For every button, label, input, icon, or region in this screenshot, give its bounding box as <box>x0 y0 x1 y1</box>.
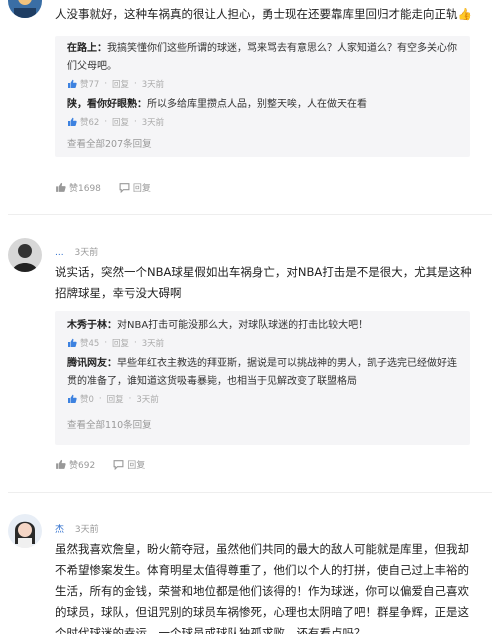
comment-icon <box>119 183 130 193</box>
reply-button[interactable]: 回复 <box>119 181 151 194</box>
divider <box>8 492 492 493</box>
thumb-up-icon[interactable] <box>67 117 77 127</box>
reply-like-count[interactable]: 赞62 <box>80 116 99 128</box>
reply-text: 早些年红衣主教选的拜亚斯，据说是可以挑战神的男人，凯子选完已经做好连贯的准备了，… <box>67 358 457 387</box>
reply-text: 对NBA打击可能没那么大，对球队球迷的打击比较大吧！ <box>117 320 369 331</box>
reply-item: 木秀于林：对NBA打击可能没那么大，对球队球迷的打击比较大吧！ 赞45 · 回复 ·… <box>67 320 369 349</box>
thumb-up-icon <box>56 182 66 192</box>
comment-actions: 赞1698 回复 <box>55 181 151 194</box>
reply-item: 陕，看你好眼熟：所以多给库里攒点人品，别整天唉，人在做天在看 赞62 · 回复 · … <box>67 99 367 128</box>
divider <box>8 214 492 215</box>
comment-text: 人没事就好，这种车祸真的很让人担心，勇士现在还要靠库里回归才能走向正轨👍 <box>55 7 472 21</box>
reply-like-count[interactable]: 赞45 <box>80 337 99 349</box>
comment-meta: 杰 3天前 <box>55 522 99 535</box>
thumb-up-icon[interactable] <box>67 394 77 404</box>
like-count: 赞692 <box>69 461 96 471</box>
avatar[interactable] <box>8 238 42 272</box>
avatar[interactable] <box>8 514 42 548</box>
thumb-up-icon[interactable] <box>67 338 77 348</box>
comment-actions: 赞692 回复 <box>55 458 145 471</box>
reply-author[interactable]: 腾讯网友 <box>67 358 107 369</box>
comment-time: 3天前 <box>74 525 99 535</box>
reply-label: 回复 <box>127 461 146 471</box>
reply-author[interactable]: 陕，看你好眼熟 <box>67 99 137 110</box>
reply-label: 回复 <box>132 184 151 194</box>
reply-button[interactable]: 回复 <box>112 337 129 349</box>
comment-meta: ... 3天前 <box>55 245 98 258</box>
thumb-up-icon[interactable] <box>67 79 77 89</box>
reply-time: 3天前 <box>136 395 159 405</box>
reply-like-count[interactable]: 赞77 <box>80 78 99 90</box>
comment-text: 虽然我喜欢詹皇，盼火箭夺冠，虽然他们共同的最大的敌人可能就是库里，但我却不希望惨… <box>55 542 469 634</box>
reply-time: 3天前 <box>141 118 165 128</box>
view-all-replies-link[interactable]: 查看全部110条回复 <box>67 417 152 431</box>
reply-item: 腾讯网友：早些年红衣主教选的拜亚斯，据说是可以挑战神的男人，凯子选完已经做好连贯… <box>67 358 457 405</box>
reply-box: 在路上：我搞笑懂你们这些所谓的球迷，骂来骂去有意思么？人家知道么？有空多关心你们… <box>55 36 470 157</box>
reply-author[interactable]: 木秀于林 <box>67 320 107 331</box>
reply-item: 在路上：我搞笑懂你们这些所谓的球迷，骂来骂去有意思么？人家知道么？有空多关心你们… <box>67 43 457 90</box>
like-count: 赞1698 <box>69 184 101 194</box>
reply-button[interactable]: 回复 <box>113 458 145 471</box>
comment-icon <box>113 460 124 470</box>
comment-text: 说实话，突然一个NBA球星假如出车祸身亡，对NBA打击是不是很大，尤其是这种招牌… <box>55 265 472 300</box>
view-all-replies-link[interactable]: 查看全部207条回复 <box>67 136 152 150</box>
reply-button[interactable]: 回复 <box>107 393 124 405</box>
reply-time: 3天前 <box>141 339 165 349</box>
reply-text: 所以多给库里攒点人品，别整天唉，人在做天在看 <box>147 99 367 110</box>
reply-author[interactable]: 在路上 <box>67 43 97 54</box>
reply-like-count[interactable]: 赞0 <box>80 393 94 405</box>
reply-button[interactable]: 回复 <box>112 78 129 90</box>
reply-button[interactable]: 回复 <box>112 116 129 128</box>
comment-time: 3天前 <box>74 248 99 258</box>
reply-text: 我搞笑懂你们这些所谓的球迷，骂来骂去有意思么？人家知道么？有空多关心你们父母吧。 <box>67 43 457 72</box>
comment-author[interactable]: 杰 <box>55 525 64 535</box>
reply-box: 木秀于林：对NBA打击可能没那么大，对球队球迷的打击比较大吧！ 赞45 · 回复 ·… <box>55 311 470 445</box>
reply-time: 3天前 <box>141 80 165 90</box>
avatar[interactable] <box>8 0 42 18</box>
like-button[interactable]: 赞692 <box>55 458 95 471</box>
comment-author[interactable]: ... <box>55 248 64 258</box>
like-button[interactable]: 赞1698 <box>55 181 101 194</box>
thumb-up-icon <box>56 459 66 469</box>
